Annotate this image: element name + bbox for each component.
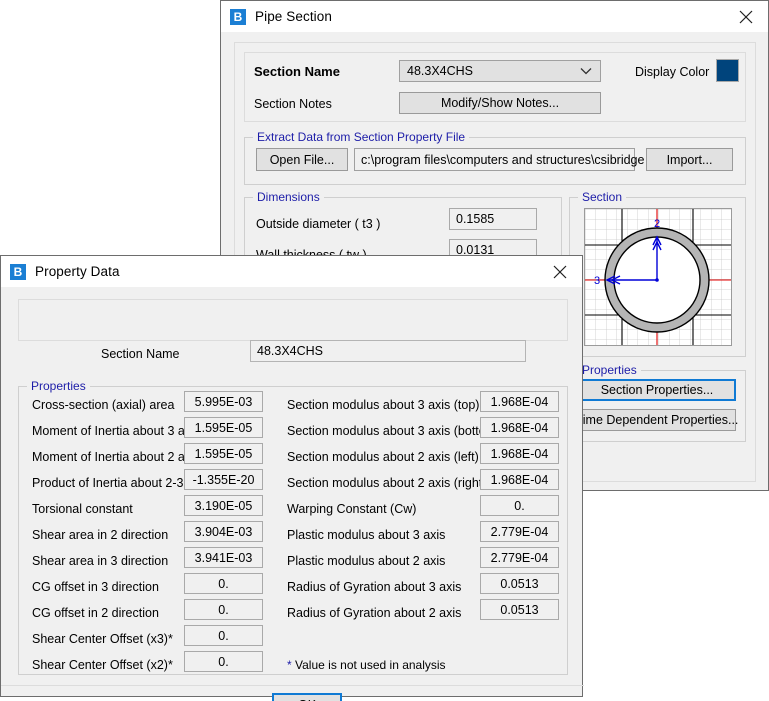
section-properties-button[interactable]: Section Properties... <box>578 379 736 401</box>
left-prop-field[interactable]: 1.595E-05 <box>184 417 263 438</box>
ok-button[interactable]: OK <box>272 693 342 701</box>
footnote-text: Value is not used in analysis <box>295 658 446 672</box>
modify-show-notes-button[interactable]: Modify/Show Notes... <box>399 92 601 114</box>
axis-3-label: 3 <box>594 275 600 287</box>
right-prop-field[interactable]: 1.968E-04 <box>480 417 559 438</box>
right-prop-label: Section modulus about 3 axis (bottom) <box>287 424 501 438</box>
axis-2-label: 2 <box>654 218 660 230</box>
left-prop-field[interactable]: 0. <box>184 599 263 620</box>
open-file-button[interactable]: Open File... <box>256 148 348 171</box>
right-prop-label: Section modulus about 2 axis (right) <box>287 476 487 490</box>
close-icon[interactable] <box>537 256 582 287</box>
left-prop-field[interactable]: -1.355E-20 <box>184 469 263 490</box>
pipe-cross-section-diagram: 2 3 <box>585 209 731 345</box>
left-prop-label: CG offset in 2 direction <box>32 606 159 620</box>
prop-section-name-label: Section Name <box>101 347 180 361</box>
left-prop-label: Cross-section (axial) area <box>32 398 175 412</box>
prop-properties-group-label: Properties <box>27 379 90 393</box>
property-data-window: B Property Data Section Name 48.3X4CHS P… <box>0 255 584 701</box>
right-prop-field[interactable]: 1.968E-04 <box>480 391 559 412</box>
right-prop-label: Plastic modulus about 3 axis <box>287 528 446 542</box>
section-name-label: Section Name <box>254 64 340 79</box>
prop-section-name-field: 48.3X4CHS <box>250 340 526 362</box>
app-b-icon: B <box>10 263 26 280</box>
outside-diameter-field[interactable]: 0.1585 <box>449 208 537 230</box>
screen-root: B Pipe Section Section Name 48.3X4CHS Se… <box>0 0 769 701</box>
left-prop-field[interactable]: 0. <box>184 651 263 672</box>
right-prop-field[interactable]: 2.779E-04 <box>480 521 559 542</box>
left-prop-field[interactable]: 0. <box>184 625 263 646</box>
left-prop-label: Shear Center Offset (x3)* <box>32 632 173 646</box>
right-prop-label: Radius of Gyration about 2 axis <box>287 606 462 620</box>
outside-diameter-label: Outside diameter ( t3 ) <box>256 217 381 231</box>
section-preview-canvas: 2 3 <box>584 208 732 346</box>
left-prop-label: Shear Center Offset (x2)* <box>32 658 173 672</box>
left-prop-field[interactable]: 3.190E-05 <box>184 495 263 516</box>
right-prop-label: Section modulus about 3 axis (top) <box>287 398 480 412</box>
left-prop-label: Product of Inertia about 2-3 <box>32 476 184 490</box>
dimensions-group-label: Dimensions <box>253 190 324 204</box>
right-prop-field[interactable]: 0. <box>480 495 559 516</box>
import-button[interactable]: Import... <box>646 148 733 171</box>
pipe-properties-group-label: Properties <box>578 363 641 377</box>
right-prop-field[interactable]: 2.779E-04 <box>480 547 559 568</box>
left-prop-field[interactable]: 1.595E-05 <box>184 443 263 464</box>
left-prop-field[interactable]: 5.995E-03 <box>184 391 263 412</box>
right-prop-field[interactable]: 1.968E-04 <box>480 443 559 464</box>
prop-section-name-panel <box>18 299 568 341</box>
app-b-icon: B <box>230 8 246 25</box>
section-preview-group-label: Section <box>578 190 627 204</box>
left-prop-field[interactable]: 3.904E-03 <box>184 521 263 542</box>
left-prop-label: Shear area in 2 direction <box>32 528 169 542</box>
display-color-swatch[interactable] <box>716 59 739 82</box>
time-dependent-properties-button[interactable]: Time Dependent Properties... <box>576 409 738 431</box>
close-icon[interactable] <box>723 1 768 32</box>
property-data-titlebar: B Property Data <box>1 256 582 287</box>
display-color-label: Display Color <box>635 65 710 79</box>
footnote-star: * <box>287 658 292 672</box>
left-prop-field[interactable]: 3.941E-03 <box>184 547 263 568</box>
pipe-section-titlebar: B Pipe Section <box>221 1 768 32</box>
left-prop-field[interactable]: 0. <box>184 573 263 594</box>
right-prop-label: Section modulus about 2 axis (left) <box>287 450 479 464</box>
footer-divider <box>1 685 584 686</box>
right-prop-label: Plastic modulus about 2 axis <box>287 554 446 568</box>
extract-data-group-label: Extract Data from Section Property File <box>253 130 470 144</box>
property-data-body: Section Name 48.3X4CHS Properties Cross-… <box>1 287 584 701</box>
chevron-down-icon <box>580 64 592 78</box>
property-data-title: Property Data <box>35 264 120 279</box>
right-prop-field[interactable]: 0.0513 <box>480 599 559 620</box>
pipe-section-title: Pipe Section <box>255 9 332 24</box>
left-prop-label: Moment of Inertia about 3 axis <box>32 424 201 438</box>
left-prop-label: Shear area in 3 direction <box>32 554 169 568</box>
right-prop-label: Radius of Gyration about 3 axis <box>287 580 462 594</box>
left-prop-label: CG offset in 3 direction <box>32 580 159 594</box>
right-prop-label: Warping Constant (Cw) <box>287 502 417 516</box>
right-prop-field[interactable]: 0.0513 <box>480 573 559 594</box>
section-name-combo[interactable]: 48.3X4CHS <box>399 60 601 82</box>
section-notes-label: Section Notes <box>254 97 332 111</box>
left-prop-label: Moment of Inertia about 2 axis <box>32 450 201 464</box>
left-prop-label: Torsional constant <box>32 502 133 516</box>
section-name-combo-value: 48.3X4CHS <box>407 64 474 78</box>
file-path-field[interactable]: c:\program files\computers and structure… <box>354 148 662 171</box>
analysis-footnote: * Value is not used in analysis <box>287 658 446 672</box>
right-prop-field[interactable]: 1.968E-04 <box>480 469 559 490</box>
